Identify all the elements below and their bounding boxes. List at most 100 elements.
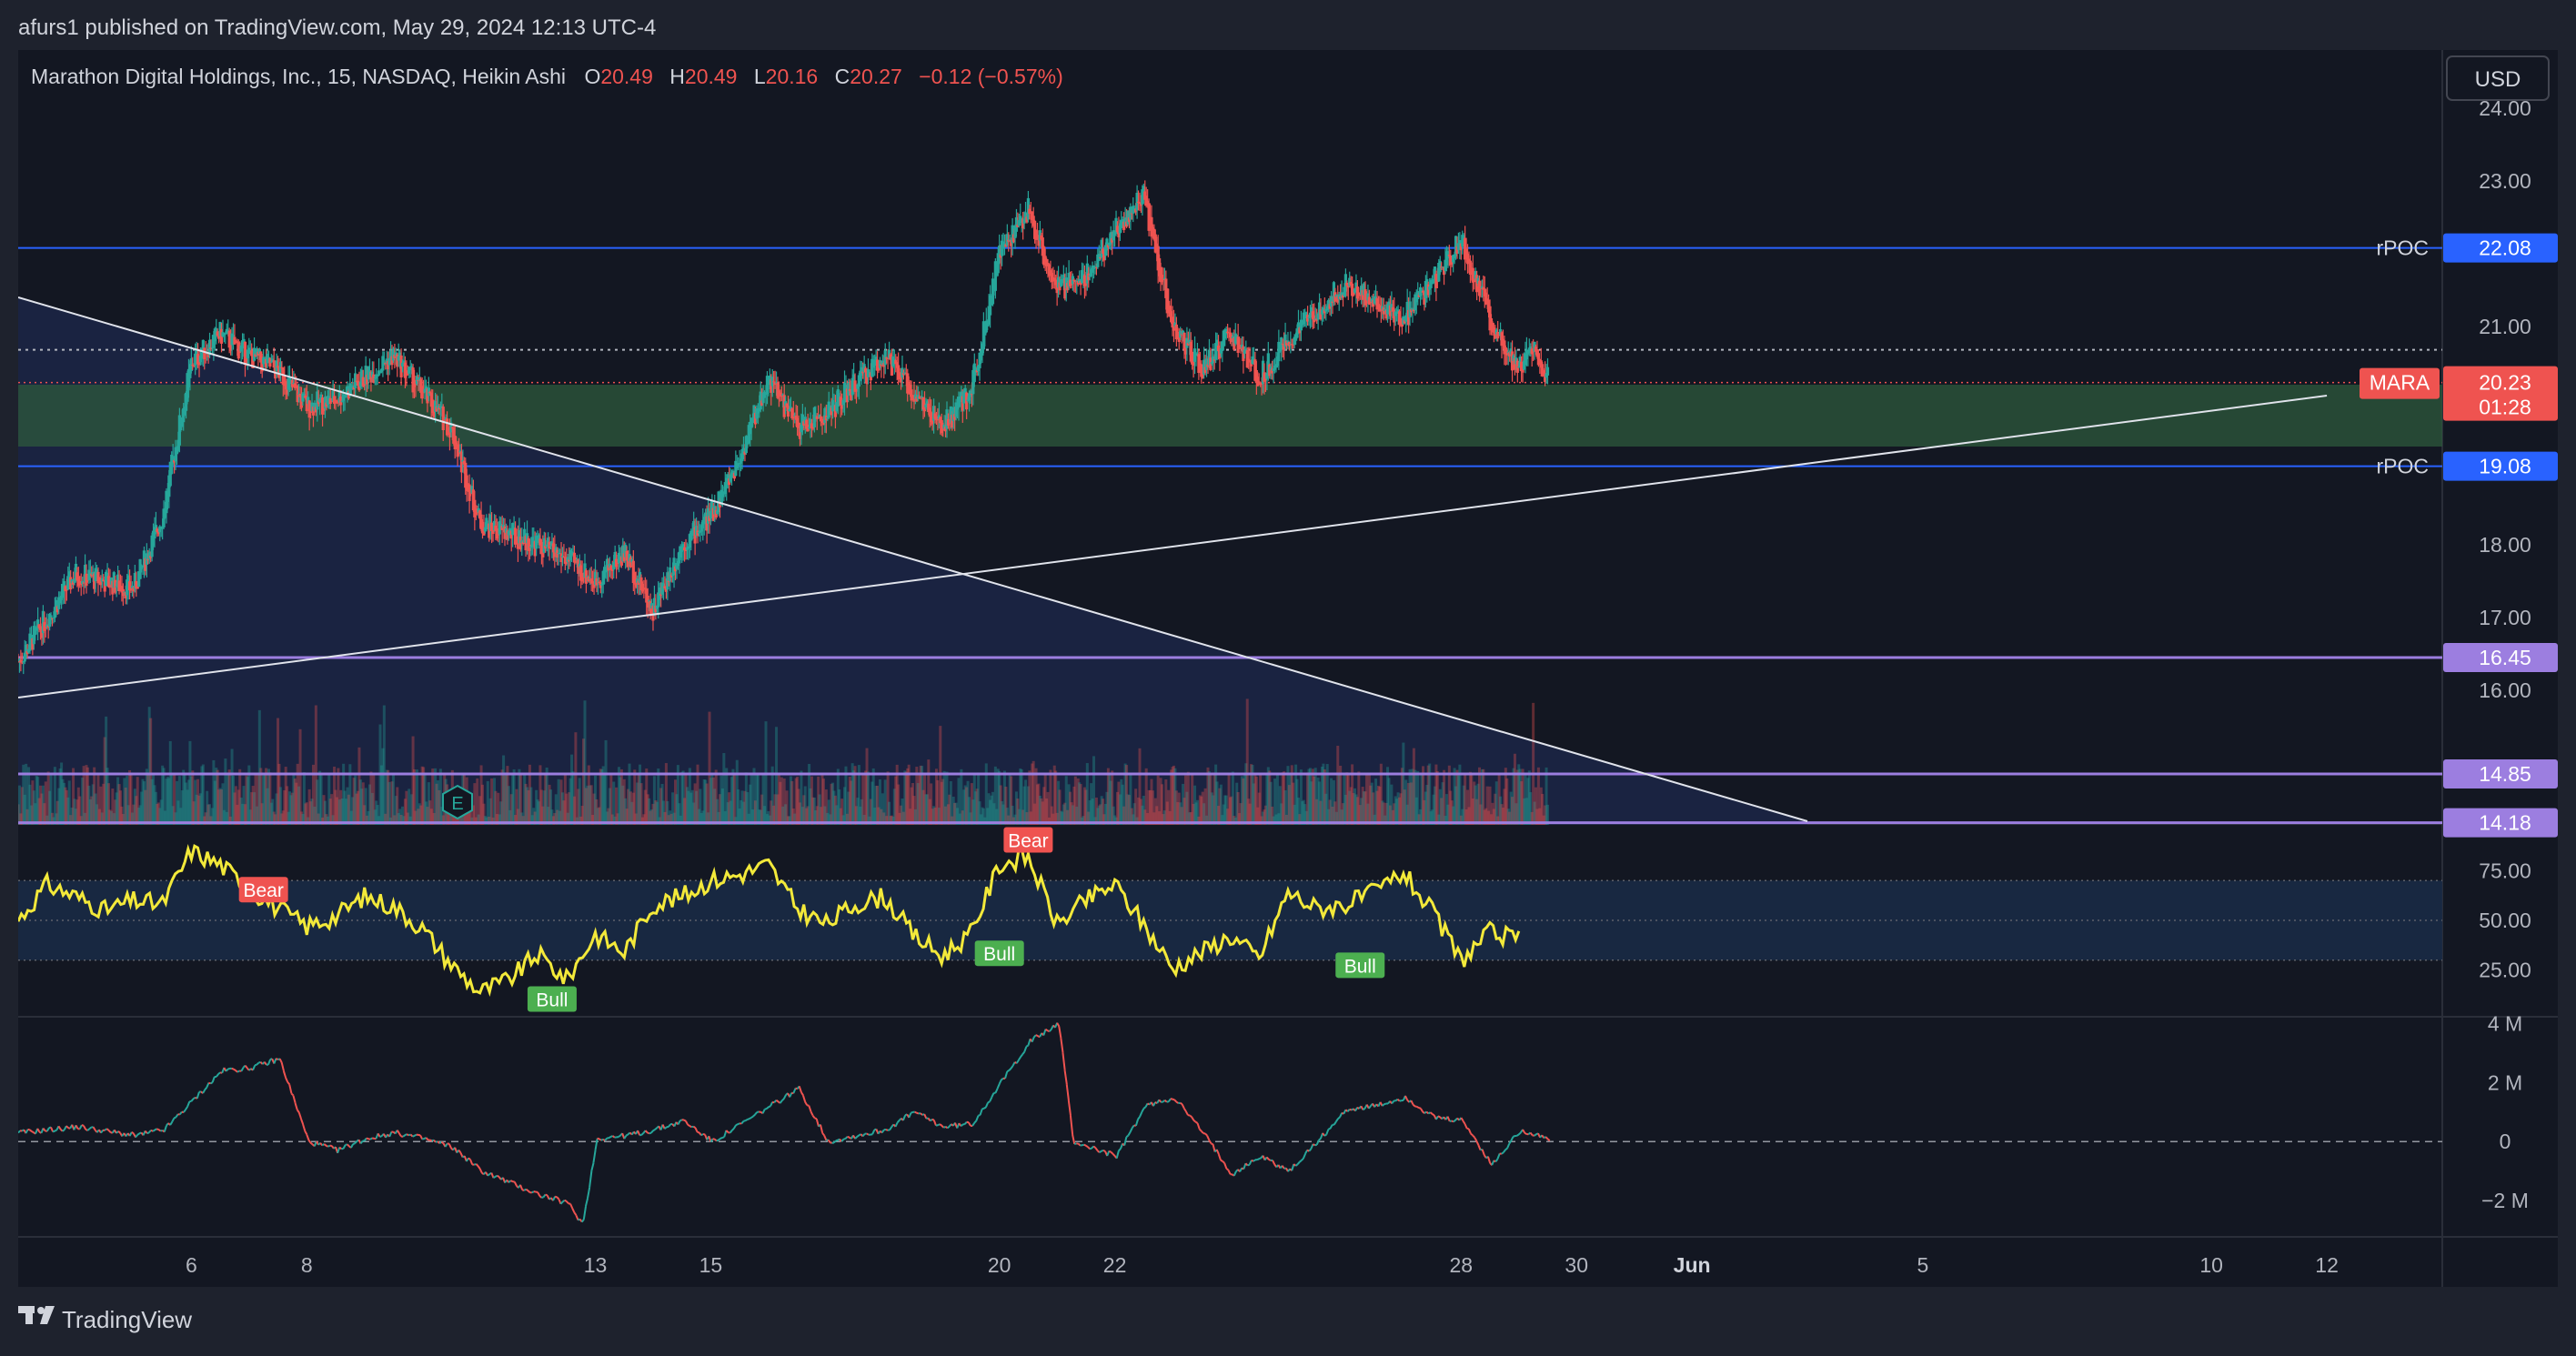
- publish-header: afurs1 published on TradingView.com, May…: [18, 15, 656, 40]
- volume-bar-2024-05-12T15:49: [574, 732, 577, 825]
- delta-seg-2024-05-28T21:36: [1513, 1136, 1514, 1137]
- delta-seg-2024-05-25T15:12: [1324, 1135, 1326, 1136]
- delta-seg-2024-05-15T13:36: [743, 1120, 745, 1121]
- delta-seg-2024-05-05T10:24: [158, 1130, 160, 1131]
- delta-seg-2024-05-23T22:24: [1226, 1169, 1228, 1170]
- time-tick-10: 10: [2199, 1253, 2223, 1277]
- delta-seg-2024-05-14T20:00: [701, 1134, 703, 1135]
- time-tick-15: 15: [699, 1253, 723, 1277]
- delta-seg-2024-05-19T17:36: [984, 1108, 986, 1109]
- delta-seg-2024-05-24T11:12: [1257, 1159, 1259, 1160]
- time-tick-12: 12: [2315, 1253, 2339, 1277]
- delta-seg-2024-05-18T13:36: [917, 1113, 919, 1114]
- delta-seg-2024-05-14T18:24: [698, 1132, 699, 1133]
- delta-seg-2024-05-03T04:48: [30, 1130, 32, 1131]
- delta-seg-2024-05-17T16:48: [867, 1133, 869, 1134]
- currency-selector[interactable]: USD: [2447, 56, 2549, 100]
- delta-seg-2024-05-13T00:48: [598, 1139, 599, 1140]
- close-value: 20.27: [850, 65, 902, 88]
- delta-seg-2024-05-04T04:48: [87, 1129, 89, 1130]
- delta-seg-2024-05-07T02:24: [255, 1065, 257, 1066]
- delta-seg-2024-05-21T19:12: [1103, 1150, 1105, 1151]
- delta-seg-2024-05-08T13:36: [339, 1148, 341, 1150]
- delta-seg-2024-05-09T16:00: [403, 1135, 405, 1137]
- delta-seg-2024-05-13T07:12: [613, 1136, 615, 1138]
- ticker-tag-text: MARA: [2370, 371, 2430, 395]
- price-tick-21.00: 21.00: [2479, 315, 2531, 338]
- symbol-title: Marathon Digital Holdings, Inc., 15, NAS…: [31, 65, 566, 88]
- open-value: 20.49: [600, 65, 653, 88]
- delta-seg-2024-05-15T16:00: [750, 1118, 751, 1119]
- delta-seg-2024-05-12T11:12: [565, 1200, 567, 1201]
- delta-seg-2024-05-08T01:36: [310, 1143, 312, 1145]
- delta-seg-2024-05-17T08:48: [848, 1137, 850, 1138]
- delta-tick-−2 M: −2 M: [2481, 1189, 2529, 1212]
- delta-seg-2024-05-28T18:24: [1505, 1149, 1507, 1150]
- rsi-tick-75.00: 75.00: [2479, 859, 2531, 882]
- level-name-19.08: rPOC: [2377, 455, 2430, 478]
- time-tick-5: 5: [1917, 1253, 1929, 1277]
- delta-seg-2024-05-14T15:12: [689, 1126, 691, 1127]
- delta-seg-2024-05-11T19:12: [526, 1190, 528, 1191]
- delta-seg-2024-05-04T17:36: [118, 1131, 120, 1133]
- chart-svg: afurs1 published on TradingView.com, May…: [0, 0, 2576, 1351]
- delta-seg-2024-05-16T19:12: [815, 1118, 817, 1119]
- delta-seg-2024-05-03T05:36: [32, 1131, 34, 1132]
- delta-seg-2024-05-24T07:12: [1248, 1165, 1250, 1166]
- delta-seg-2024-05-19T19:12: [988, 1101, 990, 1102]
- high-value: 20.49: [685, 65, 738, 88]
- delta-seg-2024-05-29T06:24: [1535, 1134, 1536, 1136]
- delta-seg-2024-05-26T07:12: [1363, 1109, 1364, 1110]
- delta-seg-2024-05-15T15:12: [748, 1119, 750, 1120]
- time-tick-6: 6: [186, 1253, 197, 1277]
- delta-seg-2024-05-23T08:48: [1193, 1120, 1195, 1122]
- price-tick-18.00: 18.00: [2479, 533, 2531, 557]
- delta-seg-2024-05-08T07:12: [324, 1144, 326, 1146]
- delta-seg-2024-05-06T08:00: [211, 1082, 213, 1083]
- delta-seg-2024-05-16T00:00: [769, 1106, 770, 1107]
- delta-seg-2024-05-18T12:48: [915, 1112, 917, 1113]
- candle-2024-05-29T11:59: [1546, 367, 1549, 376]
- delta-seg-2024-05-03T14:24: [53, 1131, 55, 1132]
- time-tick-13: 13: [584, 1253, 608, 1277]
- delta-seg-2024-05-04T23:12: [132, 1132, 134, 1134]
- low-label: L: [754, 65, 766, 88]
- earnings-marker[interactable]: E: [443, 786, 472, 819]
- time-tick-30: 30: [1565, 1253, 1588, 1277]
- delta-seg-2024-05-26T16:00: [1384, 1104, 1386, 1105]
- delta-seg-2024-05-13T22:24: [649, 1133, 651, 1134]
- delta-seg-2024-05-24T09:36: [1253, 1160, 1255, 1161]
- tv-logo-icon-stem: [25, 1306, 33, 1324]
- currency-label: USD: [2475, 67, 2521, 92]
- delta-seg-2024-05-22T04:48: [1126, 1136, 1128, 1138]
- delta-seg-2024-05-05T16:48: [174, 1117, 176, 1118]
- time-tick-8: 8: [301, 1253, 313, 1277]
- delta-seg-2024-05-29T12:00: [1547, 1139, 1549, 1140]
- delta-seg-2024-05-08T19:12: [353, 1143, 355, 1144]
- time-tick-28: 28: [1450, 1253, 1474, 1277]
- price-tick-23.00: 23.00: [2479, 169, 2531, 193]
- price-tick-16.00: 16.00: [2479, 678, 2531, 702]
- delta-seg-2024-05-26T15:12: [1383, 1104, 1384, 1106]
- delta-seg-2024-05-08T08:48: [328, 1146, 330, 1147]
- rsi-tick-50.00: 50.00: [2479, 909, 2531, 932]
- close-label: C: [835, 65, 850, 88]
- delta-seg-2024-05-27T05:36: [1417, 1107, 1419, 1108]
- delta-seg-2024-05-17T04:00: [836, 1140, 838, 1141]
- delta-seg-2024-05-12T03:12: [546, 1195, 548, 1196]
- delta-seg-2024-05-05T01:36: [137, 1133, 139, 1135]
- last-price-text: 20.23: [2479, 371, 2531, 395]
- delta-seg-2024-05-13T09:36: [619, 1136, 620, 1138]
- delta-seg-2024-05-04T05:36: [89, 1128, 91, 1130]
- delta-seg-2024-05-09T20:48: [415, 1135, 417, 1136]
- footer-brand: TradingView: [62, 1306, 192, 1333]
- delta-seg-2024-05-15T02:24: [717, 1140, 719, 1141]
- delta-seg-2024-05-20T15:12: [1036, 1035, 1038, 1036]
- delta-seg-2024-05-15T22:24: [765, 1109, 767, 1110]
- rsi-signal-text-1: Bear: [243, 880, 283, 901]
- level-price-text-14.18: 14.18: [2479, 811, 2531, 835]
- delta-seg-2024-05-09T20:00: [413, 1136, 415, 1137]
- delta-seg-2024-05-15T11:12: [738, 1123, 740, 1124]
- delta-seg-2024-05-14T20:48: [703, 1134, 705, 1135]
- delta-seg-2024-05-25T16:48: [1328, 1129, 1330, 1130]
